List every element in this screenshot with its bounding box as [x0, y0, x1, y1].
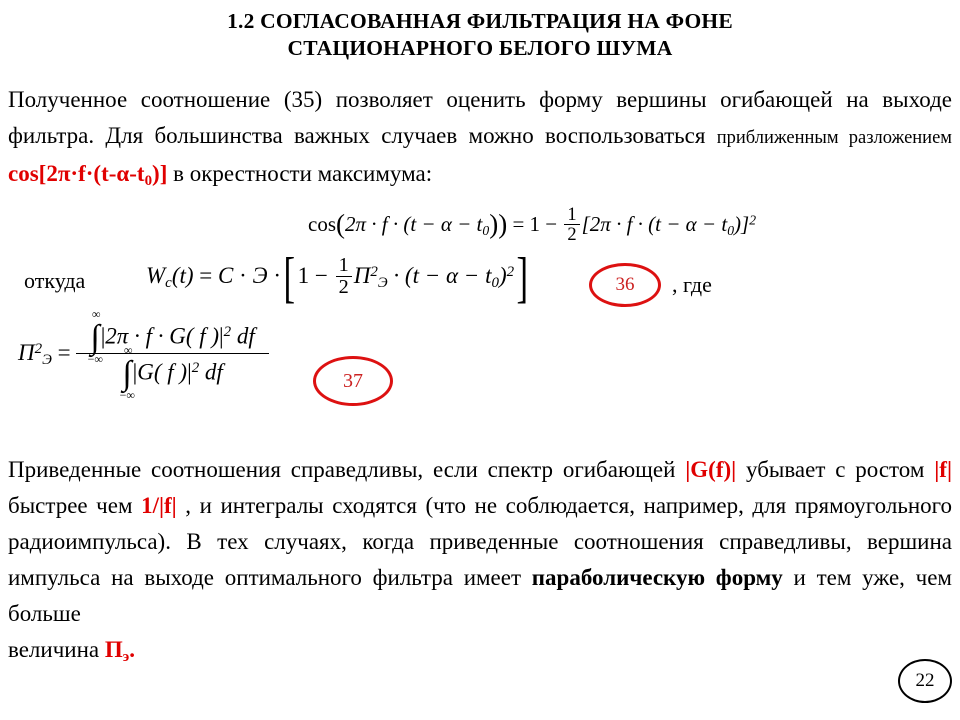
page-number-badge: 22	[898, 659, 952, 703]
equation-cos-fraction-numerator: 1	[567, 204, 577, 224]
equation-cos-rhs-close: )]	[734, 212, 750, 237]
equation-number-37: 37	[313, 356, 393, 406]
equation-pi-denominator-power: 2	[191, 360, 200, 377]
paragraph-bottom-segment-5: быстрее чем	[8, 493, 142, 518]
paragraph-top: Полученное соотношение (35) позволяет оц…	[8, 82, 952, 199]
term-spectrum-magnitude: |G(f)|	[685, 457, 737, 482]
equation-wc-function: W	[146, 262, 166, 288]
equation-cos-equals: = 1 −	[512, 212, 558, 237]
equation-wc-fraction-denominator: 2	[335, 275, 352, 298]
equation-wc-fraction-numerator: 1	[338, 254, 349, 276]
equation-cos-rhs-power: 2	[749, 212, 757, 228]
equation-pi-denominator-differential: df	[204, 359, 223, 385]
equation-pi-denominator: ∫ ∞ −∞ |G( f )|2 df	[76, 343, 269, 402]
equation-cos-function: cos	[308, 212, 336, 237]
equation-number-36: 36	[589, 263, 661, 307]
formula-cos-inline: cos[2π·f·(t-α-t0)]	[8, 161, 168, 190]
equation-cos-fraction-denominator: 2	[564, 223, 580, 244]
equation-wc-argument: (t)	[171, 262, 194, 288]
equation-wc-dot-1: ·	[239, 262, 247, 288]
equation-wc-equals: =	[199, 262, 213, 288]
paragraph-top-segment-4: в окрестности максимума:	[167, 161, 433, 186]
equation-pi-numerator-differential: df	[236, 323, 255, 349]
equation-pi-lhs-power: 2	[34, 340, 43, 357]
equation-wc-bracket-right: ]	[516, 247, 529, 310]
paragraph-top-segment-2-small: приближенным разложением	[716, 128, 952, 148]
equation-pi-numerator-integrand: 2π · f · G( f )	[105, 323, 220, 349]
integral-upper-limit-numerator: ∞	[92, 307, 101, 321]
equation-wc-function-subscript: c	[165, 275, 172, 292]
term-pi-e-symbol: П	[104, 637, 123, 662]
formula-cos-head: cos[2π·f·(t-α-t	[8, 161, 145, 186]
equation-pi-equals: =	[57, 339, 71, 365]
equation-cos-open-paren: (	[336, 209, 345, 240]
integral-sign-numerator: ∫ ∞ −∞	[87, 307, 103, 366]
term-frequency-magnitude: |f|	[934, 457, 953, 482]
integral-lower-limit-denominator: −∞	[119, 387, 135, 402]
formula-cos-tail: )]	[152, 161, 168, 186]
equation-wc-pi-symbol: П	[353, 262, 371, 288]
equation-pi-lhs-subscript: Э	[42, 352, 52, 369]
equation-wc-tail-power: 2	[506, 263, 515, 280]
integral-sign-denominator: ∫ ∞ −∞	[119, 343, 135, 402]
equation-pi-fraction: ∫ ∞ −∞ |2π · f · G( f )|2 df ∫ ∞ −∞ |G( f )|2 …	[76, 307, 269, 402]
equation-wc: Wc(t) = C · Э ·[1 − 1 2 П2Э · (t − α − t…	[146, 247, 531, 310]
equation-wc-pi-subscript: Э	[377, 275, 388, 292]
paragraph-bottom-segment-3: убывает с ростом	[736, 457, 935, 482]
term-pi-e: Пэ.	[104, 637, 135, 665]
page-title: 1.2 СОГЛАСОВАННАЯ ФИЛЬТРАЦИЯ НА ФОНЕ СТА…	[0, 8, 960, 62]
integral-lower-limit-numerator: −∞	[87, 351, 103, 366]
title-line-2: СТАЦИОНАРНОГО БЕЛОГО ШУМА	[287, 36, 673, 60]
paragraph-bottom-last-line: величина Пэ.	[8, 632, 952, 675]
equation-cos-rhs-subscript: 0	[727, 222, 735, 238]
equation-cos-lhs-body: 2π · f · (t − α − t	[345, 212, 483, 237]
equation-cos-close-paren: ))	[489, 209, 508, 240]
term-one-over-f: 1/|f|	[141, 493, 177, 518]
slide-page: 1.2 СОГЛАСОВАННАЯ ФИЛЬТРАЦИЯ НА ФОНЕ СТА…	[0, 0, 960, 720]
label-otkuda: откуда	[24, 268, 86, 293]
paragraph-bottom-segment-10: величина	[8, 637, 105, 662]
equation-wc-one-minus: 1 −	[297, 262, 328, 288]
equation-wc-bracket-left: [	[283, 247, 296, 310]
equation-pi-lhs-symbol: П	[18, 339, 35, 365]
equation-wc-tail-close: )	[498, 262, 507, 288]
equation-pi-denominator-integrand: G( f )	[137, 359, 188, 385]
equation-wc-constant-c: C	[218, 262, 234, 288]
title-line-1: 1.2 СОГЛАСОВАННАЯ ФИЛЬТРАЦИЯ НА ФОНЕ	[227, 9, 733, 33]
equation-wc-tail-subscript: 0	[491, 275, 499, 292]
formula-cos-subscript: 0	[144, 173, 153, 190]
paragraph-bottom: Приведенные соотношения справедливы, есл…	[8, 452, 952, 675]
equation-pi-numerator: ∫ ∞ −∞ |2π · f · G( f )|2 df	[76, 307, 268, 366]
term-pi-e-period: .	[129, 637, 135, 662]
equation-wc-dot-2: ·	[273, 262, 282, 288]
equation-wc-pi-power: 2	[370, 263, 378, 280]
paragraph-bottom-segment-1: Приведенные соотношения справедливы, есл…	[8, 457, 686, 482]
label-gde: , где	[672, 272, 712, 297]
equation-wc-fraction: 1 2	[335, 254, 352, 298]
equation-cos-fraction: 1 2	[564, 204, 580, 244]
equation-pi-squared: П2Э = ∫ ∞ −∞ |2π · f · G( f )|2 df ∫ ∞ −∞ |G( …	[18, 307, 269, 402]
equation-cos-rhs-open: [2π · f · (t − α − t	[581, 212, 728, 237]
term-parabolic-form: параболическую форму	[531, 565, 783, 590]
equation-wc-energy-e: Э	[252, 262, 268, 288]
equation-pi-numerator-power: 2	[223, 324, 232, 341]
equation-cos-expansion: cos(2π · f · (t − α − t 0)) = 1 − 1 2 [2π…	[308, 205, 756, 244]
integral-upper-limit-denominator: ∞	[123, 343, 133, 358]
equation-wc-tail: · (t − α − t	[393, 262, 492, 288]
